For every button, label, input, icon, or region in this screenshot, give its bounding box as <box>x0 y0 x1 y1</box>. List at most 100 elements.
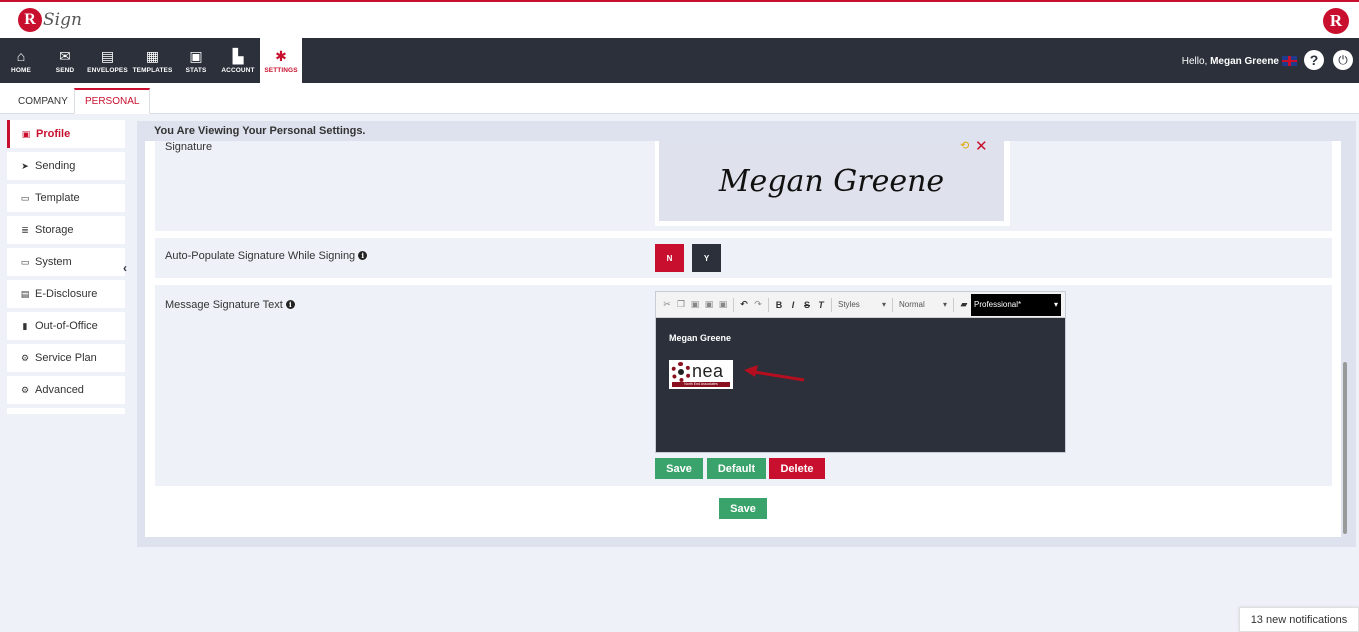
copy-icon[interactable]: ❐ <box>676 299 686 310</box>
paste-word-icon[interactable]: ▣ <box>718 299 728 310</box>
nav-label: ENVELOPES <box>87 66 128 74</box>
toolbar-divider <box>768 297 769 312</box>
yes-toggle-button[interactable]: Y <box>692 244 721 272</box>
sidebar-item-storage[interactable]: ≣ Storage <box>7 216 125 244</box>
undo-icon[interactable]: ↶ <box>739 299 749 310</box>
delete-signature-button[interactable]: Delete <box>769 458 825 479</box>
envelope-icon: ✉ <box>59 47 71 64</box>
nav-label: HOME <box>11 66 31 74</box>
save-signature-button[interactable]: Save <box>655 458 703 479</box>
inbox-icon: ▤ <box>100 47 115 64</box>
refresh-icon[interactable]: ⟲ <box>960 139 969 152</box>
nav-home[interactable]: ⌂ HOME <box>5 38 37 83</box>
default-signature-button[interactable]: Default <box>707 458 766 479</box>
rich-text-editor[interactable]: ✂ ❐ ▣ ▣ ▣ ↶ ↷ B I S T Styles ▾ Normal ▾ … <box>655 291 1066 453</box>
editor-toolbar: ✂ ❐ ▣ ▣ ▣ ↶ ↷ B I S T Styles ▾ Normal ▾ … <box>656 292 1065 318</box>
nav-label: STATS <box>185 66 207 74</box>
styles-label: Styles <box>838 300 860 309</box>
greeting-prefix: Hello, <box>1181 56 1208 67</box>
sidebar-footer <box>7 408 125 414</box>
sidebar-item-label: Storage <box>35 224 74 236</box>
sidebar-item-system[interactable]: ▭ System <box>7 248 125 276</box>
info-icon[interactable]: i <box>358 251 368 260</box>
auto-populate-text: Auto-Populate Signature While Signing <box>165 250 356 262</box>
sidebar-item-advanced[interactable]: ⚙ Advanced <box>7 376 125 404</box>
notifications-toast[interactable]: 13 new notifications <box>1239 607 1359 632</box>
theme-dropdown[interactable]: Professional* ▾ <box>971 293 1061 316</box>
uk-flag-icon[interactable] <box>1282 56 1297 66</box>
bold-icon[interactable]: B <box>774 300 784 310</box>
italic-icon[interactable]: I <box>788 300 798 310</box>
message-signature-row: Message Signature Text i ✂ ❐ ▣ ▣ ▣ ↶ ↷ B … <box>155 285 1332 486</box>
home-icon: ⌂ <box>16 47 26 64</box>
auto-populate-label: Auto-Populate Signature While Signing i <box>165 250 368 262</box>
settings-content: You Are Viewing Your Personal Settings. … <box>137 121 1356 547</box>
format-dropdown[interactable]: Normal ▾ <box>896 300 950 309</box>
sidebar-item-label: Sending <box>35 160 76 172</box>
company-logo[interactable]: nea North End Associates <box>669 360 733 389</box>
rsign-logo[interactable]: R Sign <box>18 8 82 32</box>
strikethrough-icon[interactable]: S <box>802 300 812 310</box>
paper-plane-icon: ➤ <box>21 160 29 171</box>
info-icon[interactable]: i <box>285 300 295 309</box>
sidebar-item-profile[interactable]: ▣ Profile <box>7 120 125 148</box>
gear-icon: ✱ <box>275 47 287 64</box>
nav-account[interactable]: ▙ ACCOUNT <box>218 38 258 83</box>
sidebar-item-label: Service Plan <box>35 352 97 364</box>
signature-image: Megan Greene <box>659 141 1004 221</box>
nav-label: TEMPLATES <box>132 66 173 74</box>
nav-label: SETTINGS <box>264 66 298 74</box>
signature-box[interactable]: Megan Greene <box>655 141 1010 226</box>
chevron-down-icon: ▾ <box>881 300 886 309</box>
message-signature-text: Message Signature Text <box>165 299 283 311</box>
document-icon: ▦ <box>145 47 160 64</box>
sidebar-item-sending[interactable]: ➤ Sending <box>7 152 125 180</box>
monitor-icon: ▭ <box>20 256 30 267</box>
no-toggle-button[interactable]: N <box>655 244 684 272</box>
nav-templates[interactable]: ▦ TEMPLATES <box>131 38 174 83</box>
cut-icon[interactable]: ✂ <box>662 299 672 310</box>
logo-wordmark: nea <box>692 361 724 381</box>
nav-envelopes[interactable]: ▤ ENVELOPES <box>86 38 129 83</box>
thumbs-icon[interactable]: ▰ <box>959 299 969 310</box>
page-title: You Are Viewing Your Personal Settings. <box>154 125 366 137</box>
sidebar-item-out-of-office[interactable]: ▮ Out-of-Office <box>7 312 125 340</box>
toolbar-divider <box>892 297 893 312</box>
user-greeting: Hello, Megan Greene <box>1182 56 1279 67</box>
tab-company[interactable]: COMPANY <box>8 88 78 114</box>
top-bar: R Sign R <box>0 0 1359 38</box>
content-scrollbar[interactable] <box>1343 362 1347 534</box>
theme-label: Professional* <box>974 300 1022 309</box>
help-button[interactable]: ? <box>1304 50 1324 70</box>
window-icon: ▭ <box>20 192 30 203</box>
nav-stats[interactable]: ▣ STATS <box>180 38 212 83</box>
sidebar-item-service-plan[interactable]: ⚙ Service Plan <box>7 344 125 372</box>
nav-settings[interactable]: ✱ SETTINGS <box>260 38 302 83</box>
tab-personal[interactable]: PERSONAL <box>74 88 151 114</box>
sidebar-item-label: Profile <box>36 128 71 140</box>
sidebar-item-template[interactable]: ▭ Template <box>7 184 125 212</box>
paste-text-icon[interactable]: ▣ <box>704 299 714 310</box>
auto-populate-row: Auto-Populate Signature While Signing i N… <box>155 238 1332 278</box>
redo-icon[interactable]: ↷ <box>753 299 763 310</box>
toolbar-divider <box>831 297 832 312</box>
settings-sidebar: ▣ Profile ➤ Sending ▭ Template ≣ Storage… <box>7 120 125 414</box>
paste-icon[interactable]: ▣ <box>690 299 700 310</box>
message-signature-label: Message Signature Text i <box>165 299 295 311</box>
close-icon[interactable]: ✕ <box>975 137 988 155</box>
logout-button[interactable]: ⏻ <box>1333 50 1353 70</box>
remove-format-icon[interactable]: T <box>816 300 826 310</box>
profile-icon: ▣ <box>21 128 31 139</box>
editor-signature-name: Megan Greene <box>669 333 732 343</box>
logo-letter: R <box>18 8 42 32</box>
sidebar-item-e-disclosure[interactable]: ▤ E-Disclosure <box>7 280 125 308</box>
database-icon: ≣ <box>21 224 29 235</box>
document-icon: ▤ <box>20 288 30 299</box>
key-icon: ⚙ <box>20 352 30 363</box>
nav-label: SEND <box>55 66 75 74</box>
collapse-sidebar-icon[interactable]: ‹ <box>123 261 127 275</box>
nav-send[interactable]: ✉ SEND <box>48 38 82 83</box>
save-settings-button[interactable]: Save <box>719 498 767 519</box>
styles-dropdown[interactable]: Styles ▾ <box>835 300 889 309</box>
user-name: Megan Greene <box>1210 56 1279 67</box>
